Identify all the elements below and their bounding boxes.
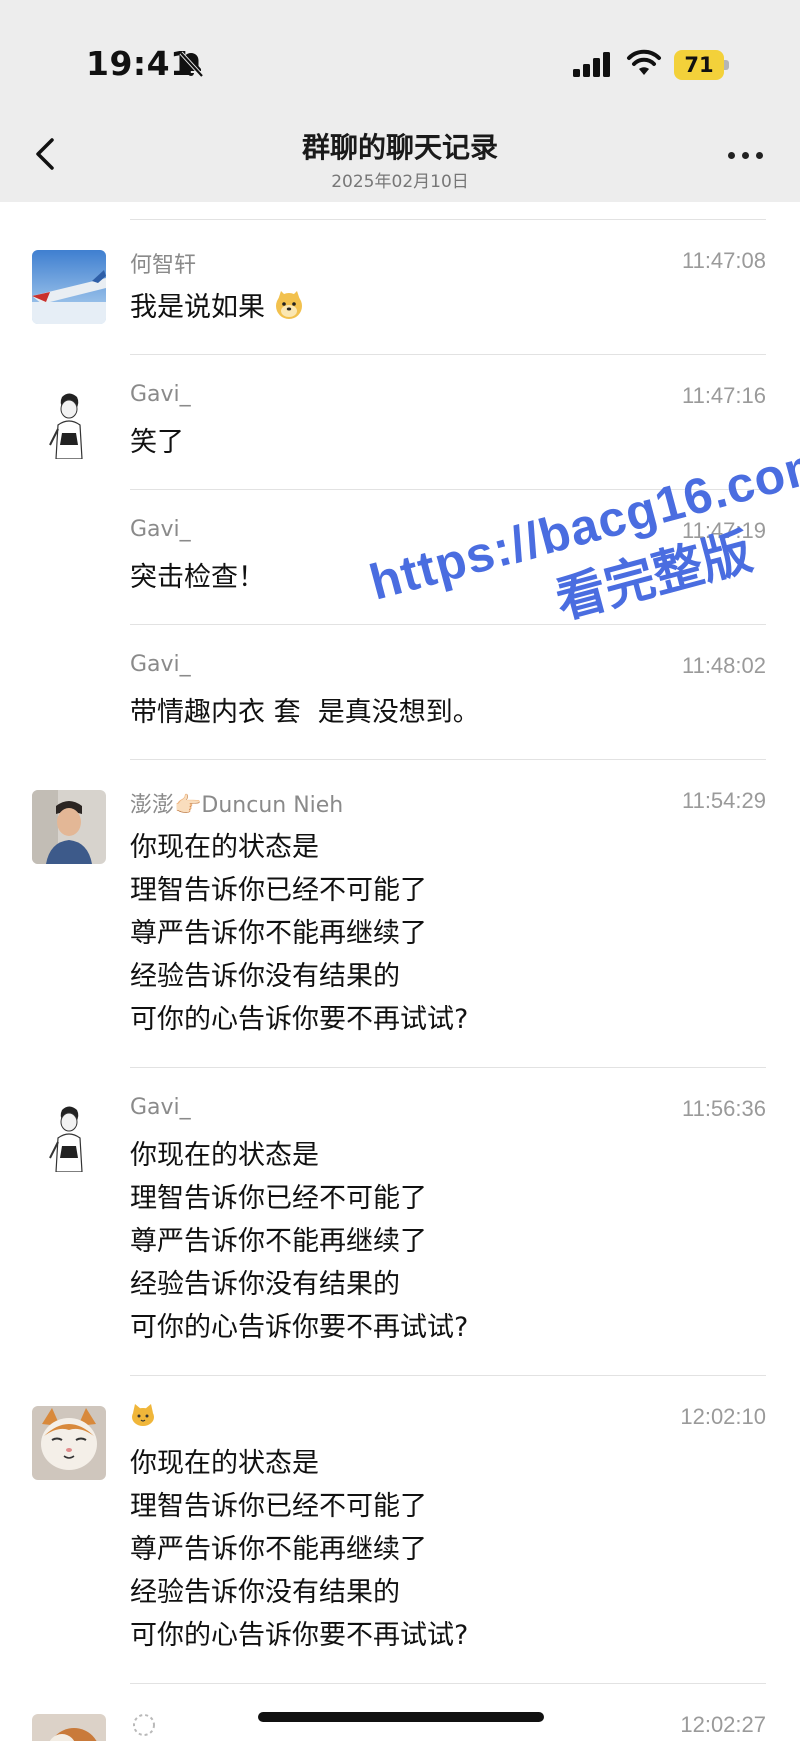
message-line: 你现在的状态是 (130, 1140, 319, 1171)
message-line: 可你的心告诉你要不再试试? (130, 1620, 469, 1651)
sender-name: Gavi_ (130, 382, 191, 407)
sender-emoji-icon (133, 1714, 155, 1736)
battery-level: 71 (684, 53, 714, 77)
message-line: 理智告诉你已经不可能了 (130, 1183, 427, 1214)
message-time: 11:47:19 (681, 518, 766, 543)
message-time: 11:54:29 (681, 788, 766, 813)
message-line: 尊严告诉你不能再继续了 (130, 918, 427, 949)
bell-muted-icon (179, 51, 204, 78)
message-line: 理智告诉你已经不可能了 (130, 875, 427, 906)
sender-name: 何智轩 (130, 253, 197, 278)
message-line: 突击检查！ (130, 562, 265, 593)
list-item[interactable]: 12:02:10 你现在的状态是 理智告诉你已经不可能了 尊严告诉你不能再继续了… (0, 1376, 800, 1684)
battery-indicator: 71 (674, 50, 729, 80)
message-time: 11:47:16 (681, 383, 766, 408)
message-text: 我是说如果 (130, 286, 304, 329)
list-item[interactable]: 何智轩 11:47:08 我是说如果 (0, 220, 800, 355)
avatar[interactable] (32, 385, 106, 459)
message-time: 12:02:10 (680, 1404, 766, 1429)
message-line: 理智告诉你已经不可能了 (130, 1491, 427, 1522)
status-bar: 19:41 71 (0, 0, 800, 110)
sender-name: Gavi_ (130, 517, 191, 542)
cat-emoji-icon (132, 1404, 154, 1426)
message-line: 可你的心告诉你要不再试试? (130, 1004, 469, 1035)
message-line: 带情趣内衣 套 是真没想到。 (130, 697, 480, 728)
list-item[interactable]: Gavi_ 11:48:02 带情趣内衣 套 是真没想到。 (0, 625, 800, 760)
avatar[interactable] (32, 1406, 106, 1480)
avatar[interactable] (32, 790, 106, 864)
cellular-signal-icon (573, 52, 610, 77)
message-line: 经验告诉你没有结果的 (130, 1577, 400, 1608)
message-line: 经验告诉你没有结果的 (130, 961, 400, 992)
avatar[interactable] (32, 250, 106, 324)
message-time: 11:47:08 (681, 248, 766, 273)
message-text: 你现在的状态是 理智告诉你已经不可能了 尊严告诉你不能再继续了 经验告诉你没有结… (130, 826, 468, 1041)
sender-name (130, 1403, 156, 1433)
message-line: 你现在的状态是 (130, 832, 319, 863)
message-line: 尊严告诉你不能再继续了 (130, 1226, 427, 1257)
list-item[interactable]: Gavi_ 11:47:19 突击检查！ (0, 490, 800, 625)
message-text: 你现在的状态是 理智告诉你已经不可能了 尊严告诉你不能再继续了 经验告诉你没有结… (130, 1442, 468, 1657)
message-text: 笑了 (130, 421, 184, 464)
home-indicator[interactable] (258, 1712, 544, 1722)
wifi-icon (627, 49, 661, 75)
page-subtitle-date: 2025年02月10日 (331, 172, 469, 192)
message-line: 我是说如果 (130, 292, 265, 323)
message-time: 11:48:02 (681, 653, 766, 678)
sender-name (130, 1711, 158, 1741)
sender-name: Gavi_ (130, 1095, 191, 1120)
avatar[interactable] (32, 1714, 106, 1741)
message-line: 尊严告诉你不能再继续了 (130, 1534, 427, 1565)
message-time: 12:02:27 (680, 1712, 766, 1737)
list-item[interactable]: Gavi_ 11:56:36 你现在的状态是 理智告诉你已经不可能了 尊严告诉你… (0, 1068, 800, 1376)
list-item[interactable]: Gavi_ 11:47:16 笑了 (0, 355, 800, 490)
message-text: 突击检查！ (130, 556, 265, 599)
message-text: 你现在的状态是 理智告诉你已经不可能了 尊严告诉你不能再继续了 经验告诉你没有结… (130, 1134, 468, 1349)
sender-name: 澎澎👉🏻Duncun Nieh (130, 793, 344, 818)
message-time: 11:56:36 (681, 1096, 766, 1121)
avatar[interactable] (32, 1098, 106, 1172)
message-line: 你现在的状态是 (130, 1448, 319, 1479)
message-line: 经验告诉你没有结果的 (130, 1269, 400, 1300)
nav-bar: 群聊的聊天记录 2025年02月10日 (0, 110, 800, 202)
more-options-icon[interactable] (726, 144, 766, 168)
message-text: 带情趣内衣 套 是真没想到。 (130, 691, 480, 734)
sender-name: Gavi_ (130, 652, 191, 677)
page-title: 群聊的聊天记录 (301, 131, 498, 164)
message-line: 笑了 (130, 427, 184, 458)
doge-emoji-icon (275, 291, 302, 319)
message-line: 可你的心告诉你要不再试试? (130, 1312, 469, 1343)
list-item[interactable]: 澎澎👉🏻Duncun Nieh 11:54:29 你现在的状态是 理智告诉你已经… (0, 760, 800, 1068)
